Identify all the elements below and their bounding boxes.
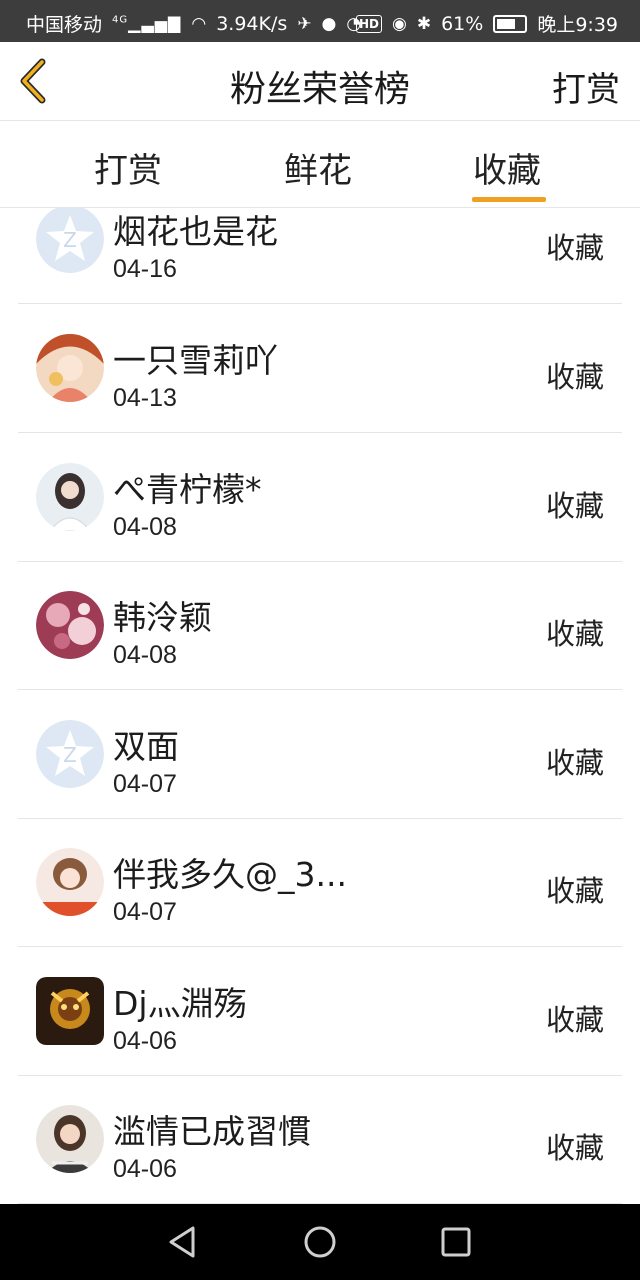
list-item[interactable]: Z 双面 04-07 收藏 (18, 690, 622, 819)
fan-date: 04-06 (113, 1155, 177, 1183)
status-bar: 中国移动 4G▁▃▅▇ ◠ 3.94K/s ✈ ● ◔ HD ◉ ✱ 61% 晚… (0, 0, 640, 42)
list-item[interactable]: Dj灬淵殇 04-06 收藏 (18, 947, 622, 1076)
triangle-back-icon (169, 1226, 195, 1258)
list-item[interactable]: 伴我多久@_3... 04-07 收藏 (18, 818, 622, 947)
wifi-icon: ◠ (191, 13, 207, 34)
fan-action: 收藏 (545, 874, 604, 908)
tab-bar: 打赏 鲜花 收藏 (0, 121, 640, 208)
fan-action: 收藏 (545, 231, 604, 265)
fan-action: 收藏 (545, 489, 604, 523)
hd-icon: HD (355, 14, 382, 33)
battery-percent: 61% (441, 12, 484, 35)
list-item[interactable]: 一只雪莉吖 04-13 收藏 (18, 304, 622, 433)
signal-icon: 4G▁▃▅▇ (112, 14, 182, 33)
tab-favorites[interactable]: 收藏 (473, 143, 541, 192)
top-app-bar: 粉丝荣誉榜 打赏 (0, 42, 640, 121)
page-title: 粉丝荣誉榜 (229, 69, 410, 110)
fan-name: 伴我多久@_3... (113, 855, 347, 894)
avatar (36, 848, 104, 916)
avatar (36, 591, 104, 659)
network-speed: 3.94K/s (216, 12, 288, 35)
list-item[interactable]: Z 烟花也是花 04-16 收藏 (18, 208, 622, 304)
fan-name: 滥情已成習慣 (113, 1112, 311, 1151)
square-recents-icon (441, 1227, 471, 1257)
fan-name: 韩泠颖 (113, 598, 212, 637)
bluetooth-icon: ✱ (416, 13, 432, 34)
reward-button[interactable]: 打赏 (552, 62, 620, 111)
fan-date: 04-07 (113, 898, 177, 926)
fan-name: 双面 (113, 727, 179, 766)
fan-name: Dj灬淵殇 (113, 984, 247, 1023)
eye-icon: ◉ (392, 13, 407, 34)
avatar (36, 977, 104, 1045)
battery-icon (493, 14, 528, 33)
system-nav-bar (0, 1204, 640, 1280)
avatar: Z (36, 720, 104, 788)
fan-date: 04-08 (113, 513, 177, 541)
circle-home-icon (304, 1226, 336, 1258)
network-type: 4G (112, 14, 129, 26)
airplane-notify-icon: ✈ (297, 13, 312, 34)
clock: 晚上9:39 (537, 14, 618, 36)
list-item[interactable]: 韩泠颖 04-08 收藏 (18, 561, 622, 690)
fan-action: 收藏 (545, 1131, 604, 1165)
fan-action: 收藏 (545, 360, 604, 394)
list-item[interactable]: 滥情已成習慣 04-06 收藏 (18, 1075, 622, 1204)
fan-name: ぺ青柠檬* (113, 470, 262, 509)
fan-name: 烟花也是花 (113, 212, 278, 251)
fan-date: 04-06 (113, 1027, 177, 1055)
fan-date: 04-08 (113, 641, 177, 669)
fan-action: 收藏 (545, 1003, 604, 1037)
fan-name: 一只雪莉吖 (113, 341, 278, 380)
carrier-label: 中国移动 (26, 14, 103, 36)
active-tab-indicator (472, 197, 546, 202)
fan-date: 04-07 (113, 770, 177, 798)
avatar (36, 463, 104, 531)
tab-flowers[interactable]: 鲜花 (284, 143, 352, 192)
avatar (36, 334, 104, 402)
nav-back-button[interactable] (163, 1222, 203, 1262)
nav-home-button[interactable] (300, 1222, 340, 1262)
fan-action: 收藏 (545, 746, 604, 780)
list-item[interactable]: ぺ青柠檬* 04-08 收藏 (18, 433, 622, 562)
fan-list[interactable]: Z 烟花也是花 04-16 收藏 一只雪莉吖 04-13 收藏 ぺ青柠檬* 04… (0, 208, 640, 1204)
avatar (36, 1105, 104, 1173)
svg-text:Z: Z (63, 228, 77, 252)
fan-action: 收藏 (545, 617, 604, 651)
qq-notify-icon: ● (321, 13, 337, 34)
svg-text:Z: Z (63, 743, 77, 767)
tab-reward[interactable]: 打赏 (94, 143, 162, 192)
fan-date: 04-13 (113, 384, 177, 412)
fan-date: 04-16 (113, 255, 177, 283)
nav-recents-button[interactable] (436, 1222, 476, 1262)
avatar: Z (36, 208, 104, 273)
